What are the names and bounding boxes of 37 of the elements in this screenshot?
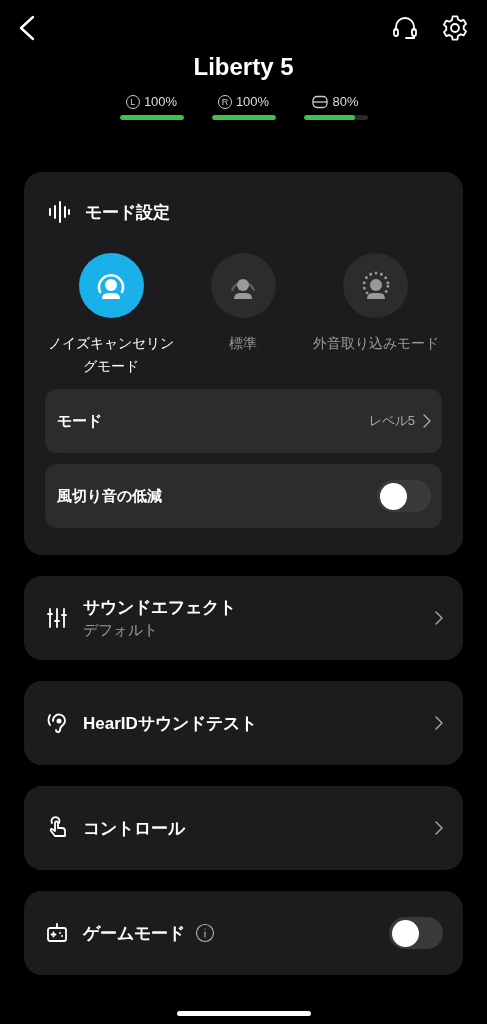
item-subtitle: デフォルト <box>83 621 159 640</box>
menu-item[interactable]: ゲームモード <box>24 891 463 975</box>
settings-row[interactable]: モード レベル5 <box>45 389 442 453</box>
row-value: レベル5 <box>368 412 415 430</box>
menu-item[interactable]: HearIDサウンドテスト <box>24 681 463 765</box>
toggle-switch[interactable] <box>389 917 443 949</box>
item-title: コントロール <box>83 817 185 840</box>
menu-item[interactable]: サウンドエフェクト デフォルト <box>24 576 463 660</box>
menu-item[interactable]: コントロール <box>24 786 463 870</box>
ear-icon <box>45 711 69 735</box>
item-title: HearIDサウンドテスト <box>83 712 257 735</box>
sound-wave-icon <box>47 200 71 224</box>
toggle-switch[interactable] <box>377 480 431 512</box>
mode-option[interactable]: 標準 <box>177 253 310 378</box>
item-title: ゲームモード <box>83 922 185 945</box>
settings-icon[interactable] <box>441 14 469 42</box>
info-icon[interactable] <box>195 923 215 943</box>
chevron-icon <box>423 414 431 428</box>
chevron-icon <box>435 716 443 730</box>
device-name: Liberty 5 <box>192 52 295 82</box>
headset-icon[interactable] <box>391 14 419 42</box>
section-title: モード設定 <box>85 201 170 224</box>
row-label: モード <box>57 411 102 431</box>
battery-level: 100% <box>235 94 270 109</box>
settings-row[interactable]: 風切り音の低減 <box>45 464 442 528</box>
battery-level: 100% <box>143 94 178 109</box>
equalizer-icon <box>45 606 69 630</box>
battery-level: 80% <box>332 94 359 109</box>
item-title: サウンドエフェクト <box>83 597 236 619</box>
chevron-icon <box>435 611 443 625</box>
mode-option[interactable]: ノイズキャンセリングモード <box>45 253 178 378</box>
case-icon <box>312 94 329 109</box>
back-icon[interactable] <box>18 15 36 41</box>
chevron-icon <box>435 821 443 835</box>
row-label: 風切り音の低減 <box>57 486 162 506</box>
mode-option[interactable]: 外音取り込みモード <box>309 253 442 378</box>
gamepad-icon <box>45 921 69 945</box>
